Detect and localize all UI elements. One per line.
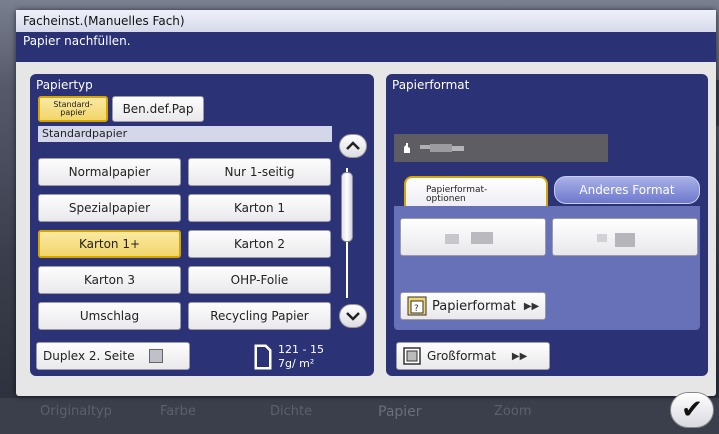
papierformat-panel: Papierformat Papierformat- optionen Ande… [386,74,708,376]
paper-settings-dialog: Facheinst.(Manuelles Fach) Papier nachfü… [16,10,716,396]
large-format-icon [403,347,421,365]
papierformat-label: Papierformat [432,298,516,314]
hand-icon [404,143,410,153]
scroll-up-button[interactable] [339,134,367,158]
redacted-text [597,234,607,242]
chevron-up-icon [346,141,360,150]
background-tab-bar: Originaltyp Farbe Dichte Papier Zoom [0,398,719,434]
scroll-thumb[interactable] [341,172,353,242]
redacted-text [471,232,493,244]
papierformat-title: Papierformat [392,78,470,92]
paper-weight-line1: 121 - 15 [278,343,324,356]
papierformat-button[interactable]: ? Papierformat ▶▶ [400,292,546,320]
bg-tab-papier: Papier [378,404,422,420]
double-arrow-right-icon: ▶▶ [523,300,540,312]
dialog-title: Facheinst.(Manuelles Fach) [16,10,716,32]
format-option-button-1[interactable] [400,218,546,256]
paper-sheet-icon [254,344,272,370]
paper-type-karton-2[interactable]: Karton 2 [188,230,331,258]
dialog-message: Papier nachfüllen. [16,32,716,62]
paper-type-karton-3[interactable]: Karton 3 [38,266,181,294]
redacted-text [445,234,459,244]
grossformat-label: Großformat [427,349,496,363]
format-display-bar [394,134,608,162]
paper-type-ohp-folie[interactable]: OHP-Folie [188,266,331,294]
grossformat-button[interactable]: Großformat ▶▶ [396,342,550,370]
tab-other-format[interactable]: Anderes Format [554,176,700,204]
double-arrow-right-icon: ▶▶ [511,350,528,362]
bg-tab-dichte: Dichte [270,404,313,419]
scroll-down-button[interactable] [339,304,367,328]
standard-paper-button[interactable]: Standard- papier [38,96,108,122]
format-option-button-2[interactable] [552,218,698,256]
paper-type-nur-1-seitig[interactable]: Nur 1-seitig [188,158,331,186]
bg-tab-originaltyp: Originaltyp [40,404,112,419]
paper-type-recycling-papier[interactable]: Recycling Papier [188,302,331,330]
chevron-down-icon [346,312,360,321]
paper-weight-line2: 7g/ m² [278,357,315,370]
paper-type-karton-1[interactable]: Karton 1 [188,194,331,222]
tab-paper-format-options[interactable]: Papierformat- optionen [404,176,548,208]
redacted-text [615,233,635,247]
paper-type-karton-1-plus[interactable]: Karton 1+ [38,230,181,258]
duplex-label: Duplex 2. Seite [43,349,135,363]
user-defined-paper-button[interactable]: Ben.def.Pap [112,96,204,122]
paper-type-umschlag[interactable]: Umschlag [38,302,181,330]
papiertyp-title: Papiertyp [36,78,93,92]
redacted-text [452,146,464,151]
svg-text:?: ? [414,304,419,314]
papiertyp-panel: Papiertyp Standard- papier Ben.def.Pap S… [30,74,374,376]
paper-format-icon: ? [407,296,427,316]
paper-weight-display: 121 - 15 7g/ m² [254,342,344,372]
redacted-text [420,145,430,149]
bg-tab-farbe: Farbe [160,404,196,419]
duplex-second-side-toggle[interactable]: Duplex 2. Seite [36,342,190,370]
paper-type-spezialpapier[interactable]: Spezialpapier [38,194,181,222]
paper-type-normalpapier[interactable]: Normalpapier [38,158,181,186]
checkbox-icon [148,349,163,363]
paper-list-header: Standardpapier [38,126,332,142]
ok-button[interactable]: ✔ [670,392,714,428]
bg-tab-zoom: Zoom [494,404,532,419]
checkmark-icon: ✔ [681,395,703,425]
redacted-text [430,144,452,152]
